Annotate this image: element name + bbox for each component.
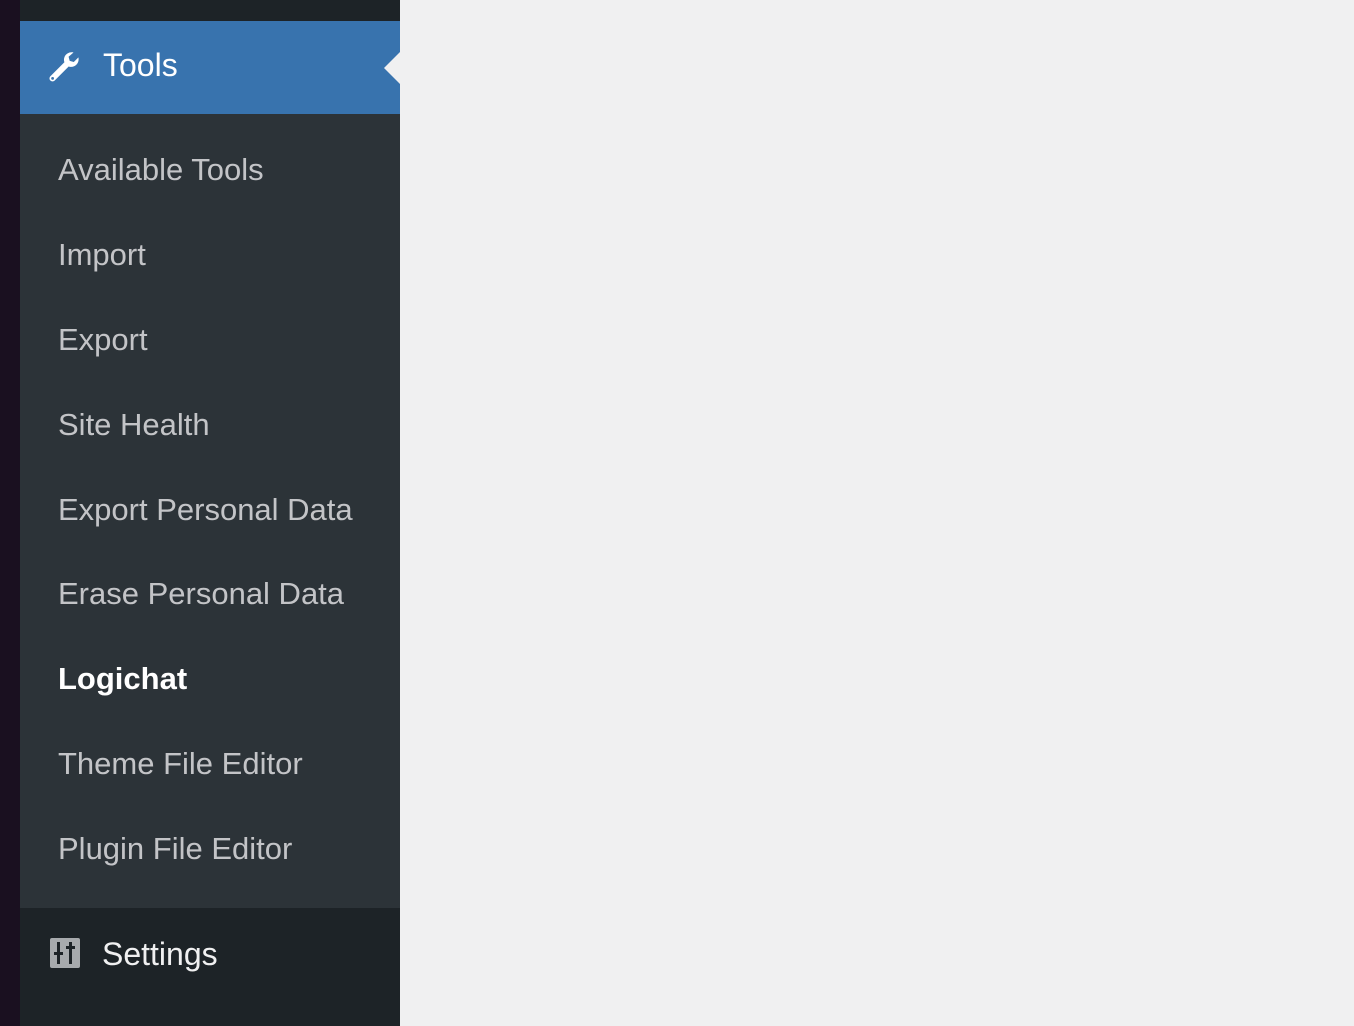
- menu-item-settings-label: Settings: [102, 936, 218, 972]
- submenu-item-logichat[interactable]: Logichat: [58, 661, 187, 697]
- sliders-icon: [50, 938, 80, 976]
- menu-item-tools-label: Tools: [103, 47, 178, 83]
- submenu-item-export-personal-data[interactable]: Export Personal Data: [58, 492, 353, 528]
- current-page-arrow: [384, 52, 400, 84]
- window-edge: [0, 0, 20, 1026]
- wrench-icon: [47, 50, 81, 92]
- tools-submenu: Available Tools Import Export Site Healt…: [20, 114, 400, 908]
- submenu-item-erase-personal-data[interactable]: Erase Personal Data: [58, 576, 344, 612]
- submenu-item-theme-file-editor[interactable]: Theme File Editor: [58, 746, 303, 782]
- menu-item-tools[interactable]: Tools: [20, 21, 400, 114]
- submenu-item-plugin-file-editor[interactable]: Plugin File Editor: [58, 831, 292, 867]
- admin-sidebar-menu: Tools Available Tools Import Export Site…: [20, 0, 400, 1026]
- submenu-item-import[interactable]: Import: [58, 237, 146, 273]
- main-content-area: [400, 0, 1354, 1026]
- submenu-item-site-health[interactable]: Site Health: [58, 407, 210, 443]
- submenu-item-available-tools[interactable]: Available Tools: [58, 152, 264, 188]
- menu-item-settings[interactable]: Settings: [20, 908, 400, 1002]
- submenu-item-export[interactable]: Export: [58, 322, 148, 358]
